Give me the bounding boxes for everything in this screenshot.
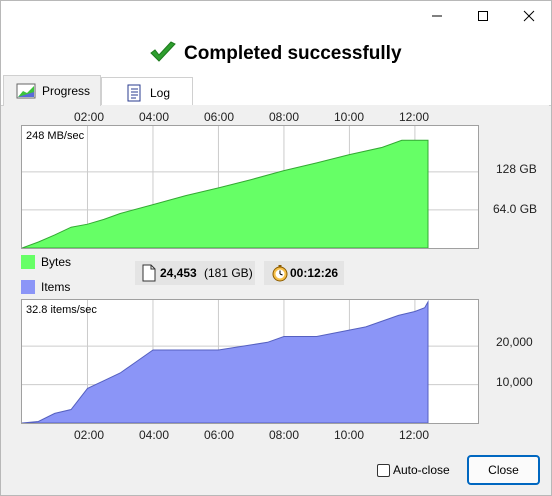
time-axis-bottom-tick: 08:00 — [269, 428, 300, 442]
close-button[interactable]: Close — [467, 455, 540, 485]
title-bar — [1, 1, 551, 31]
time-axis-top-tick: 06:00 — [204, 110, 235, 124]
tab-log-label: Log — [150, 86, 171, 100]
legend-bytes-swatch — [21, 255, 35, 269]
tab-log[interactable]: Log — [101, 77, 193, 105]
items-y-tick: 20,000 — [496, 335, 533, 349]
items-count-value: 24,453 — [160, 266, 197, 280]
time-axis-bottom-tick: 04:00 — [139, 428, 170, 442]
tab-progress[interactable]: Progress — [3, 75, 101, 106]
items-chart: 32.8 items/sec — [21, 299, 479, 424]
green-check-icon — [150, 41, 176, 62]
dialog-window: Completed successfully Progress Log 02:0… — [0, 0, 552, 496]
legend-bytes-label: Bytes — [41, 255, 72, 269]
stopwatch-icon — [272, 265, 288, 282]
dialog-footer: Auto-close Close — [1, 442, 551, 495]
elapsed-time-value: 00:12:26 — [290, 266, 339, 280]
time-axis-top-tick: 08:00 — [269, 110, 300, 124]
items-rate-label: 32.8 items/sec — [26, 304, 97, 316]
status-title: Completed successfully — [184, 43, 402, 64]
time-axis-top-tick: 12:00 — [399, 110, 430, 124]
items-size-value: (181 GB) — [204, 266, 253, 280]
items-chart-plot — [22, 300, 478, 423]
time-axis-bottom-tick: 02:00 — [74, 428, 105, 442]
elapsed-time-stat: 00:12:26 — [264, 261, 344, 285]
legend-items-label: Items — [41, 280, 71, 294]
file-icon — [142, 264, 156, 282]
bytes-y-tick: 64.0 GB — [493, 202, 538, 216]
tab-bar: Progress Log — [1, 75, 551, 106]
maximize-button[interactable] — [460, 1, 506, 31]
legend-items-swatch — [21, 280, 35, 294]
time-axis-bottom-tick: 06:00 — [204, 428, 235, 442]
time-axis-bottom-tick: 12:00 — [399, 428, 430, 442]
minimize-button[interactable] — [414, 1, 460, 31]
close-icon — [523, 10, 535, 22]
items-count-stat: 24,453 (181 GB) — [135, 261, 255, 285]
tab-progress-label: Progress — [42, 84, 91, 98]
time-axis-bottom-tick: 10:00 — [334, 428, 365, 442]
close-window-button[interactable] — [506, 1, 552, 31]
bytes-chart: 248 MB/sec — [21, 125, 479, 249]
autoclose-checkbox[interactable] — [377, 464, 390, 477]
time-axis-top-tick: 10:00 — [334, 110, 365, 124]
status-header: Completed successfully — [1, 31, 551, 75]
time-axis-top-tick: 02:00 — [74, 110, 105, 124]
autoclose-label[interactable]: Auto-close — [393, 463, 450, 477]
time-axis-top-tick: 04:00 — [139, 110, 170, 124]
items-area-series — [22, 300, 429, 423]
items-y-tick: 10,000 — [496, 375, 533, 389]
bytes-chart-plot — [22, 126, 478, 248]
chart-icon — [16, 83, 36, 99]
maximize-icon — [478, 11, 488, 21]
bytes-rate-label: 248 MB/sec — [26, 130, 85, 142]
log-icon — [127, 84, 141, 102]
bytes-area-series — [22, 139, 429, 248]
bytes-y-tick: 128 GB — [496, 162, 537, 176]
minimize-icon — [432, 15, 442, 17]
